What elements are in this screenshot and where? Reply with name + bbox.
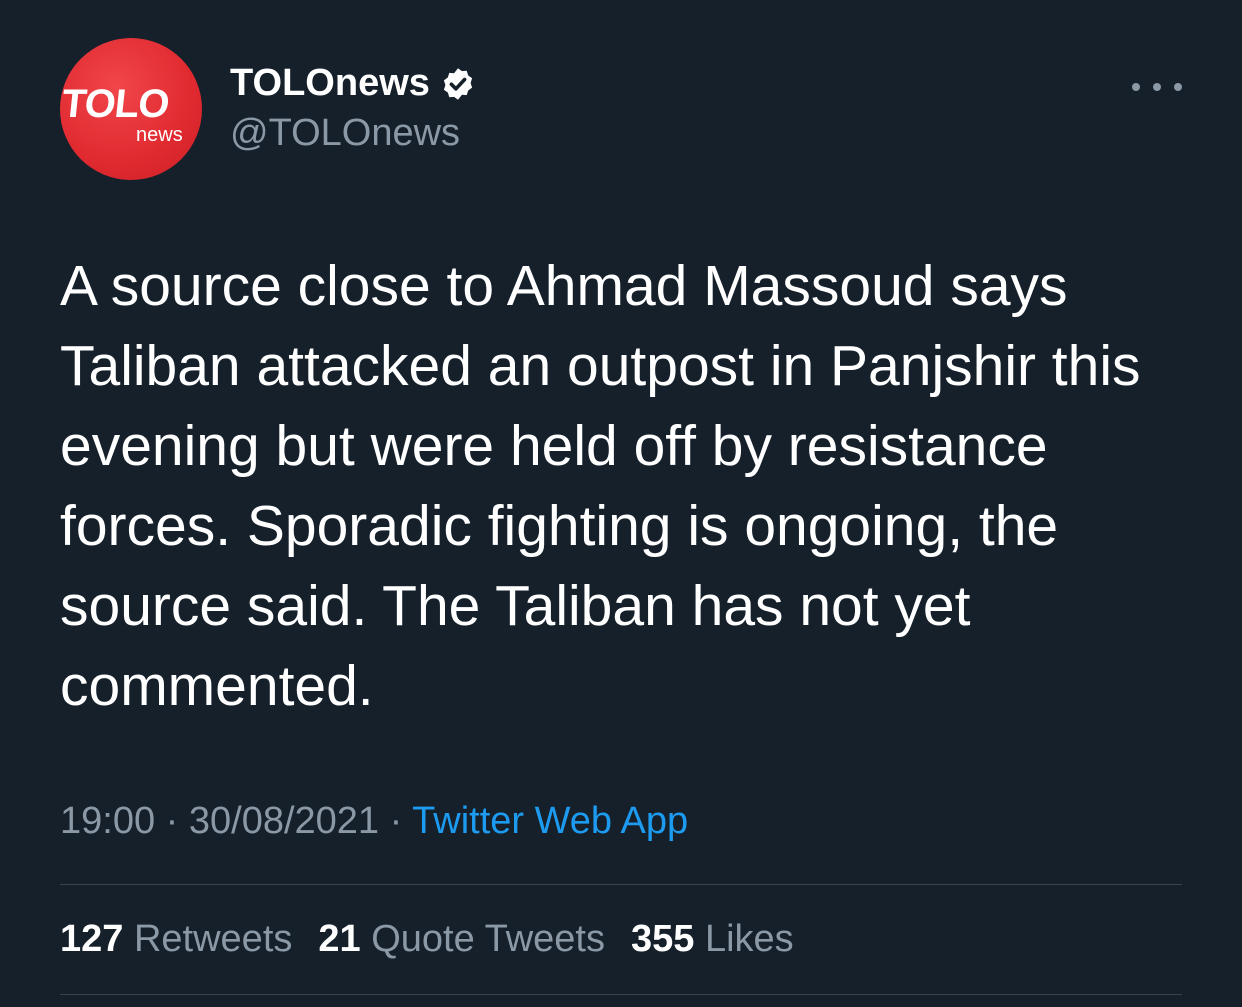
divider <box>60 884 1182 885</box>
author-display-name[interactable]: TOLOnews <box>230 62 430 105</box>
quote-tweets-count: 21 <box>318 918 361 960</box>
divider <box>60 994 1182 995</box>
tweet-source-link[interactable]: Twitter Web App <box>412 800 688 842</box>
avatar-logo-subtext: news <box>136 124 183 146</box>
tweet-card: TOLO news TOLOnews @TOLOnews A source cl… <box>0 0 1242 1007</box>
tweet-text: A source close to Ahmad Massoud says Tal… <box>60 254 1141 718</box>
author-name-row: TOLOnews <box>230 62 476 105</box>
avatar-logo-text: TOLO <box>59 82 171 126</box>
more-dot <box>1132 83 1140 91</box>
quote-tweets-label: Quote Tweets <box>371 918 605 960</box>
more-dot <box>1174 83 1182 91</box>
likes-label: Likes <box>704 918 794 960</box>
retweets-stat[interactable]: 127 Retweets <box>60 918 292 961</box>
meta-separator: · <box>165 800 179 842</box>
tweet-date[interactable]: 30/08/2021 <box>189 800 379 842</box>
more-dot <box>1153 83 1161 91</box>
meta-separator: · <box>389 800 403 842</box>
likes-count: 355 <box>631 918 695 960</box>
retweets-count: 127 <box>60 918 124 960</box>
tweet-metadata: 19:00 · 30/08/2021 · Twitter Web App <box>60 800 688 843</box>
engagement-stats: 127 Retweets 21 Quote Tweets 355 Likes <box>60 918 794 961</box>
retweets-label: Retweets <box>133 918 293 960</box>
likes-stat[interactable]: 355 Likes <box>631 918 794 961</box>
tweet-time[interactable]: 19:00 <box>60 800 155 842</box>
author-handle[interactable]: @TOLOnews <box>230 112 460 155</box>
quote-tweets-stat[interactable]: 21 Quote Tweets <box>318 918 605 961</box>
verified-badge-icon <box>440 66 476 102</box>
more-options-icon[interactable] <box>1132 72 1182 102</box>
avatar[interactable]: TOLO news <box>60 38 202 180</box>
